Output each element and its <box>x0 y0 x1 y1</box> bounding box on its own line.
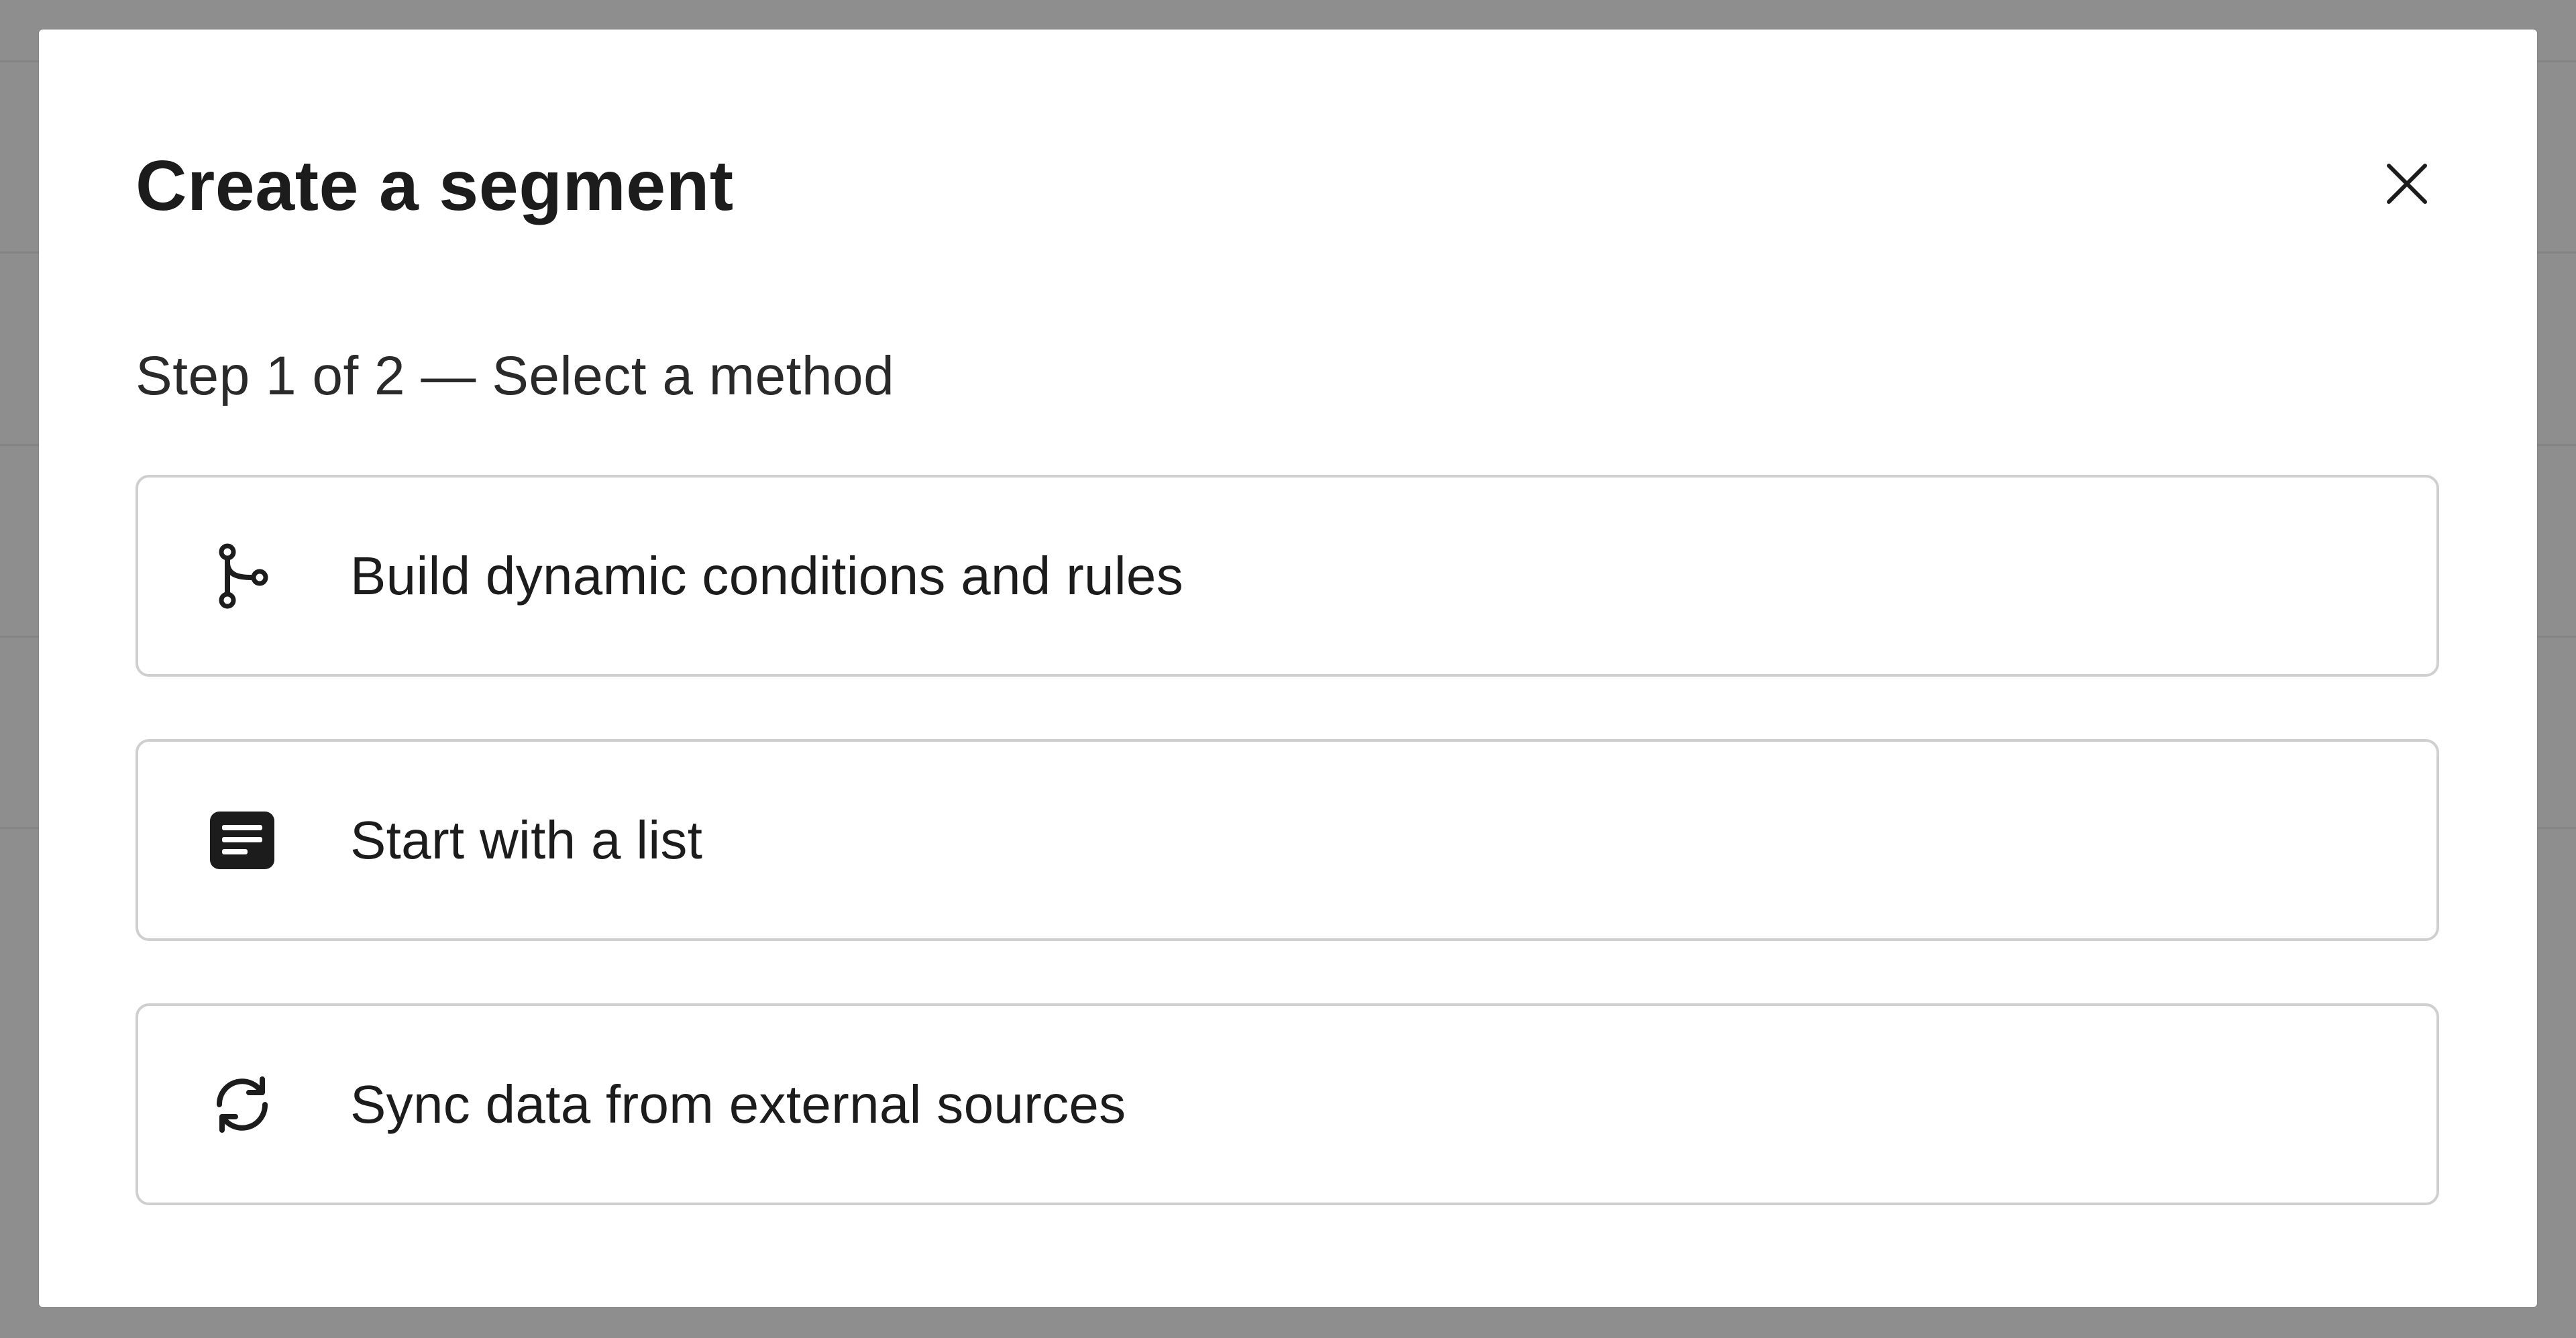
close-icon <box>2387 164 2427 204</box>
option-sync-external[interactable]: Sync data from external sources <box>136 1003 2439 1205</box>
sync-icon <box>205 1068 279 1141</box>
branch-icon <box>205 539 279 613</box>
list-icon <box>205 803 279 877</box>
option-label: Build dynamic conditions and rules <box>350 545 1183 606</box>
dialog-title: Create a segment <box>136 146 734 225</box>
option-start-with-list[interactable]: Start with a list <box>136 739 2439 941</box>
method-options: Build dynamic conditions and rules Start… <box>136 475 2439 1268</box>
option-label: Sync data from external sources <box>350 1074 1126 1134</box>
option-label: Start with a list <box>350 810 703 870</box>
close-button[interactable] <box>2367 144 2447 224</box>
step-indicator: Step 1 of 2 — Select a method <box>136 345 895 406</box>
create-segment-dialog: Create a segment Step 1 of 2 — Select a … <box>39 30 2537 1307</box>
option-dynamic-rules[interactable]: Build dynamic conditions and rules <box>136 475 2439 677</box>
